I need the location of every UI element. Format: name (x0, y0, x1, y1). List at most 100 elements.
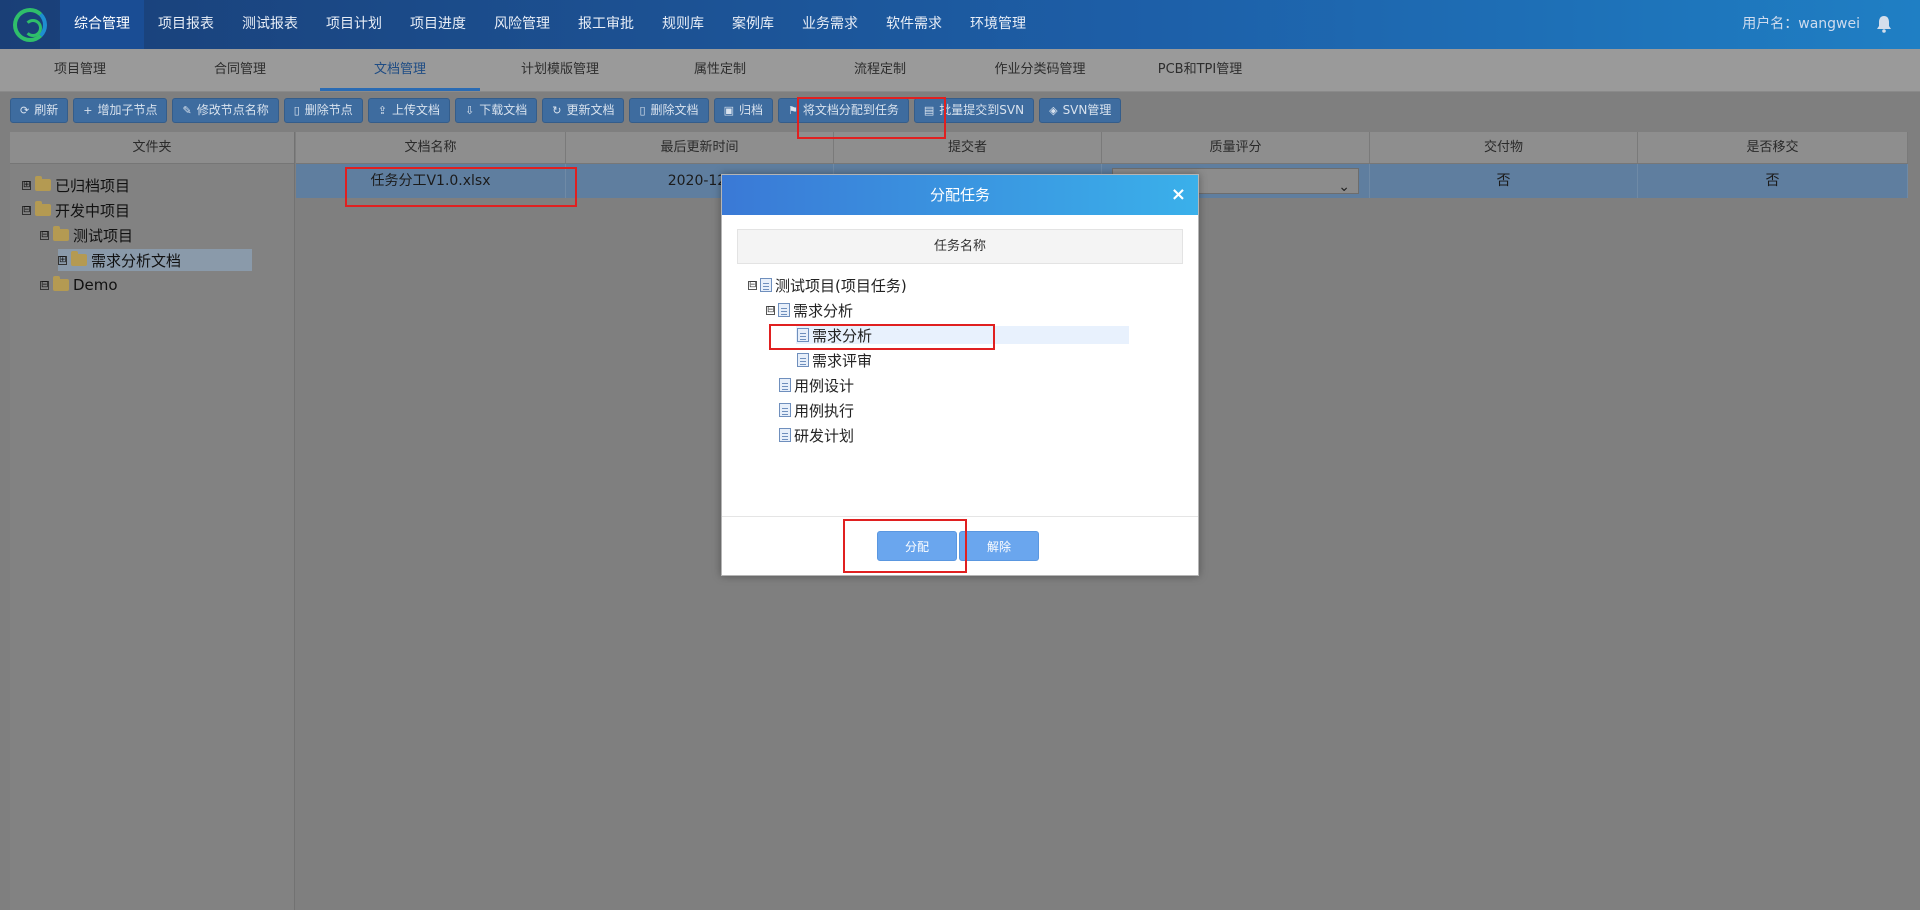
folder-label: 需求分析文档 (91, 251, 182, 270)
doc-toolbar: ⟳ 刷新 + 增加子节点 ✎ 修改节点名称 ▯ 删除节点 ⇪ 上传文档 ⇩ 下载文档 ↻ 更新… (0, 92, 1920, 130)
rename-node-button[interactable]: ✎ 修改节点名称 (172, 98, 279, 123)
rename-node-label: 修改节点名称 (196, 103, 269, 117)
delete-node-button[interactable]: ▯ 删除节点 (283, 98, 363, 123)
app-logo[interactable] (0, 0, 60, 49)
tab-document-mgmt[interactable]: 文档管理 (320, 49, 480, 91)
task-tree-item[interactable]: 用例设计 (779, 374, 854, 396)
table-header: 文档名称 最后更新时间 提交者 质量评分 交付物 是否移交 (296, 132, 1908, 164)
assign-button[interactable]: 分配 (877, 531, 957, 561)
expand-icon[interactable]: ⊞ (58, 255, 67, 265)
release-button[interactable]: 解除 (959, 531, 1039, 561)
task-icon (797, 353, 809, 367)
tab-pcb-tpi[interactable]: PCB和TPI管理 (1120, 49, 1280, 91)
archive-button[interactable]: ▣ 归档 (713, 98, 773, 123)
collapse-icon[interactable]: ⊟ (40, 230, 49, 240)
batch-commit-svn-button[interactable]: ▤ 批量提交到SVN (913, 98, 1035, 123)
download-icon: ⇩ (465, 104, 475, 117)
col-transferred[interactable]: 是否移交 (1638, 132, 1908, 163)
folder-test-project[interactable]: ⊟ 测试项目 (40, 224, 133, 246)
task-label: 用例执行 (794, 401, 855, 420)
folder-archived[interactable]: ⊞ 已归档项目 (22, 174, 130, 196)
update-icon: ↻ (552, 104, 562, 117)
upload-doc-button[interactable]: ⇪ 上传文档 (367, 98, 451, 123)
close-icon[interactable]: × (1171, 175, 1186, 215)
task-tree-item[interactable]: 用例执行 (779, 399, 854, 421)
delete-node-label: 删除节点 (304, 103, 353, 117)
folder-in-dev[interactable]: ⊟ 开发中项目 (22, 199, 130, 221)
task-label: 需求评审 (812, 351, 873, 370)
task-tree-item-selected[interactable]: 需求分析 (797, 324, 872, 346)
folder-label: 开发中项目 (55, 201, 131, 220)
update-doc-label: 更新文档 (566, 103, 615, 117)
download-doc-button[interactable]: ⇩ 下载文档 (455, 98, 538, 123)
main-nav: 综合管理 项目报表 测试报表 项目计划 项目进度 风险管理 报工审批 规则库 案… (60, 0, 1040, 49)
folder-panel: 文件夹 ⊞ 已归档项目 ⊟ 开发中项目 ⊟ 测试项目 ⊞ 需求分析文档 ⊟ De… (10, 132, 295, 910)
collapse-icon[interactable]: ⊟ (748, 280, 757, 290)
folder-icon (71, 251, 87, 266)
svn-manage-button[interactable]: ◈ SVN管理 (1039, 98, 1122, 123)
nav-item-software-req[interactable]: 软件需求 (872, 0, 956, 49)
task-icon (797, 328, 809, 342)
folder-label: Demo (73, 276, 118, 294)
tab-plan-template[interactable]: 计划模版管理 (480, 49, 640, 91)
col-deliverable[interactable]: 交付物 (1370, 132, 1638, 163)
nav-item-project-progress[interactable]: 项目进度 (396, 0, 480, 49)
nav-item-cases[interactable]: 案例库 (718, 0, 788, 49)
task-tree-root[interactable]: ⊟ 测试项目(项目任务) (748, 274, 907, 296)
collapse-icon[interactable]: ⊟ (40, 280, 49, 290)
bell-icon[interactable] (1876, 15, 1892, 33)
assign-doc-to-task-label: 将文档分配到任务 (802, 103, 899, 117)
nav-item-risk[interactable]: 风险管理 (480, 0, 564, 49)
user-label: 用户名：wangwei (1742, 16, 1860, 32)
assign-doc-to-task-button[interactable]: ⚑ 将文档分配到任务 (777, 98, 909, 123)
batch-commit-svn-label: 批量提交到SVN (939, 103, 1025, 117)
nav-item-rules[interactable]: 规则库 (648, 0, 718, 49)
task-tree-item[interactable]: 研发计划 (779, 424, 854, 446)
tab-workflow-custom[interactable]: 流程定制 (800, 49, 960, 91)
task-tree-item[interactable]: ⊟ 需求分析 (766, 299, 853, 321)
refresh-button[interactable]: ⟳ 刷新 (10, 98, 69, 123)
cell-doc-name: 任务分工V1.0.xlsx (296, 164, 566, 198)
delete-doc-label: 删除文档 (650, 103, 699, 117)
tab-project-mgmt[interactable]: 项目管理 (0, 49, 160, 91)
col-submitter[interactable]: 提交者 (834, 132, 1102, 163)
nav-item-comprehensive[interactable]: 综合管理 (60, 0, 144, 49)
folder-icon (35, 176, 51, 191)
folder-requirement-docs[interactable]: ⊞ 需求分析文档 (58, 249, 252, 271)
update-doc-button[interactable]: ↻ 更新文档 (542, 98, 625, 123)
folder-demo[interactable]: ⊟ Demo (40, 274, 118, 296)
add-child-node-label: 增加子节点 (97, 103, 158, 117)
folder-icon (35, 201, 51, 216)
col-quality[interactable]: 质量评分 (1102, 132, 1370, 163)
folder-label: 测试项目 (73, 226, 134, 245)
nav-item-business-req[interactable]: 业务需求 (788, 0, 872, 49)
nav-item-worklog-approval[interactable]: 报工审批 (564, 0, 648, 49)
delete-doc-button[interactable]: ▯ 删除文档 (629, 98, 709, 123)
col-doc-name[interactable]: 文档名称 (296, 132, 566, 163)
collapse-icon[interactable]: ⊟ (766, 305, 775, 315)
task-icon (779, 403, 791, 417)
task-icon (779, 378, 791, 392)
save-icon: ▤ (923, 104, 935, 117)
tab-attribute-custom[interactable]: 属性定制 (640, 49, 800, 91)
expand-icon[interactable]: ⊞ (22, 180, 31, 190)
folder-icon (53, 226, 69, 241)
col-updated[interactable]: 最后更新时间 (566, 132, 834, 163)
add-child-node-button[interactable]: + 增加子节点 (73, 98, 168, 123)
nav-item-test-report[interactable]: 测试报表 (228, 0, 312, 49)
task-icon (760, 278, 772, 292)
tab-contract-mgmt[interactable]: 合同管理 (160, 49, 320, 91)
nav-item-project-plan[interactable]: 项目计划 (312, 0, 396, 49)
nav-item-env[interactable]: 环境管理 (956, 0, 1040, 49)
task-tree-item[interactable]: 需求评审 (797, 349, 872, 371)
task-icon (779, 428, 791, 442)
svn-manage-label: SVN管理 (1062, 103, 1112, 117)
folder-label: 已归档项目 (55, 176, 131, 195)
collapse-icon[interactable]: ⊟ (22, 205, 31, 215)
archive-label: 归档 (738, 103, 763, 117)
sub-tabs: 项目管理 合同管理 文档管理 计划模版管理 属性定制 流程定制 作业分类码管理 … (0, 49, 1920, 92)
logo-icon (13, 7, 47, 42)
task-label: 需求分析 (793, 301, 854, 320)
tab-work-category[interactable]: 作业分类码管理 (960, 49, 1120, 91)
nav-item-project-report[interactable]: 项目报表 (144, 0, 228, 49)
